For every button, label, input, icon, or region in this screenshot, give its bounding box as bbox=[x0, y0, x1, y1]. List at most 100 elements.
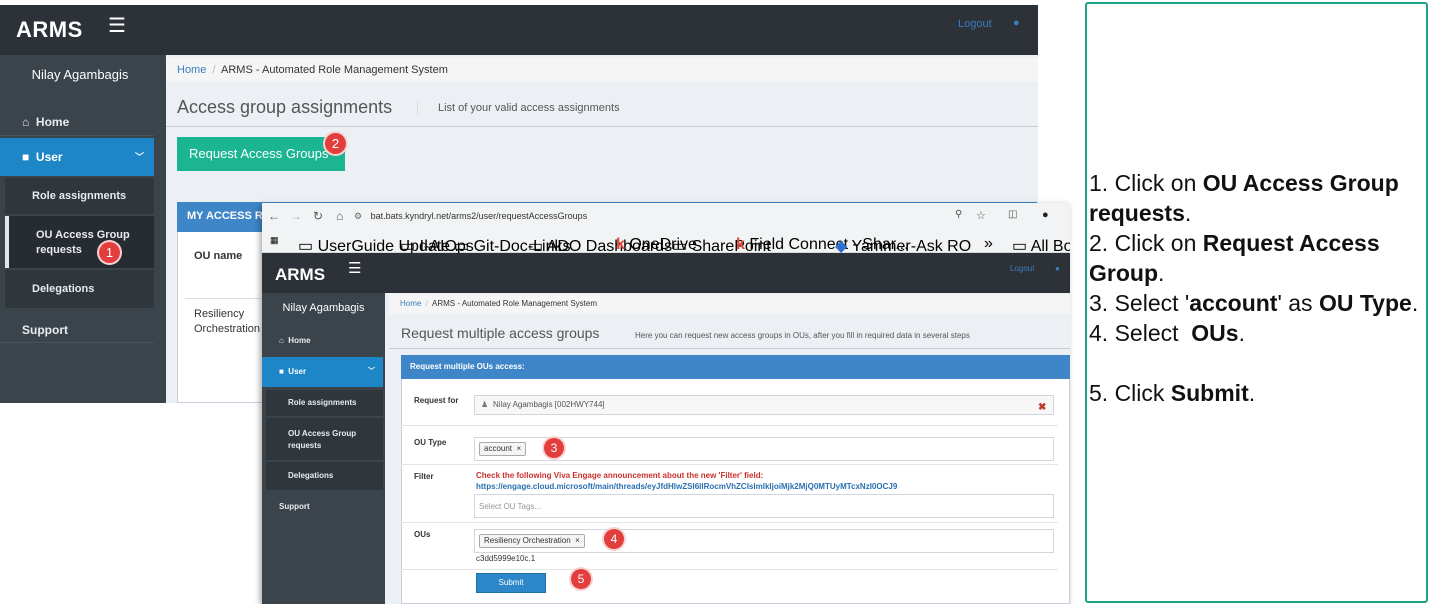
ou-tag-label: Resiliency Orchestration bbox=[484, 536, 571, 545]
zoom-icon[interactable]: ⚲ bbox=[955, 209, 962, 220]
profile-icon[interactable]: ● bbox=[1042, 209, 1049, 221]
page-title: Access group assignments bbox=[177, 97, 393, 117]
site-info-icon: ⚙ bbox=[354, 211, 363, 221]
step-badge-2: 2 bbox=[325, 133, 346, 154]
instruction-spacer bbox=[1089, 348, 1425, 378]
instruction-step-5: 5. Click Submit. bbox=[1089, 380, 1256, 406]
submit-button[interactable]: Submit bbox=[476, 573, 546, 593]
instructions-list: 1. Click on OU Access Group requests. 2.… bbox=[1089, 168, 1425, 408]
home-icon[interactable]: ⌂ bbox=[336, 209, 343, 223]
instruction-step-4: 4. Select OUs. bbox=[1089, 320, 1245, 346]
breadcrumb-current: ARMS - Automated Role Management System bbox=[432, 299, 597, 308]
remove-tag-icon[interactable]: × bbox=[573, 536, 580, 545]
instruction-step-3: 3. Select 'account' as OU Type. bbox=[1089, 290, 1419, 316]
sidebar-item-user[interactable]: ■ User ﹀ bbox=[262, 357, 383, 387]
sidebar-item-role-assignments[interactable]: Role assignments bbox=[5, 178, 154, 214]
filter-tags-input[interactable]: Select OU Tags... bbox=[474, 494, 1054, 518]
step-badge-1: 1 bbox=[99, 242, 120, 263]
user-plus-icon: ♟ bbox=[481, 400, 489, 409]
apps-grid-icon[interactable]: ▦ bbox=[270, 235, 279, 246]
top-navbar bbox=[0, 5, 1038, 55]
page-subtitle: List of your valid access assignments bbox=[417, 102, 620, 114]
logout-link[interactable]: Logout bbox=[958, 18, 992, 30]
step-badge-4: 4 bbox=[604, 529, 624, 549]
sidebar-item-label: Home bbox=[35, 115, 70, 129]
form-separator bbox=[401, 569, 1058, 570]
forward-arrow-icon[interactable]: → bbox=[290, 209, 302, 223]
bookmark-star-icon[interactable]: ☆ bbox=[976, 209, 986, 222]
chevron-down-icon: ﹀ bbox=[368, 368, 375, 375]
top-navbar bbox=[262, 253, 1070, 293]
sidebar-item-label: User bbox=[35, 150, 63, 164]
request-access-groups-button[interactable]: Request Access Groups bbox=[177, 137, 345, 171]
instruction-step-2: 2. Click on Request Access Group. bbox=[1089, 230, 1380, 286]
sidebar-item-label: OU Access Group requests bbox=[288, 429, 357, 450]
sidebar-item-role-assignments[interactable]: Role assignments bbox=[266, 390, 383, 416]
breadcrumb-home-link[interactable]: Home bbox=[400, 299, 421, 308]
sidebar-item-delegations[interactable]: Delegations bbox=[266, 462, 383, 490]
sidebar-item-support[interactable]: Support bbox=[0, 317, 154, 343]
extensions-icon[interactable]: ◫ bbox=[1008, 209, 1017, 220]
reload-icon[interactable]: ↻ bbox=[313, 209, 323, 223]
sidebar-item-user[interactable]: ■ User ﹀ bbox=[0, 138, 154, 176]
ou-tag[interactable]: Resiliency Orchestration × bbox=[479, 534, 585, 548]
ou-type-tag-label: account bbox=[484, 444, 513, 453]
remove-tag-icon[interactable]: × bbox=[514, 444, 521, 453]
sidebar-item-label: OU Access Group requests bbox=[36, 229, 130, 256]
form-separator bbox=[401, 522, 1058, 523]
sidebar-item-ou-access-group-requests[interactable]: OU Access Group requests bbox=[5, 216, 154, 268]
user-icon[interactable]: ● bbox=[1055, 264, 1060, 273]
divider bbox=[166, 126, 1038, 127]
ous-select[interactable]: Resiliency Orchestration × bbox=[474, 529, 1054, 553]
request-for-label: Request for bbox=[414, 396, 459, 405]
sidebar-item-support[interactable]: Support bbox=[262, 497, 383, 517]
sidebar-item-delegations[interactable]: Delegations bbox=[5, 270, 154, 308]
panel-title: Request multiple OUs access: bbox=[401, 355, 1070, 379]
bookmarks-overflow-icon[interactable]: » bbox=[984, 235, 993, 253]
sidebar-user-name: Nilay Agambagis bbox=[31, 67, 129, 82]
page-title: Request multiple access groups bbox=[401, 325, 600, 341]
divider bbox=[389, 348, 1070, 349]
sidebar-item-home[interactable]: ⌂ Home bbox=[262, 330, 383, 352]
hamburger-menu-icon[interactable]: ☰ bbox=[348, 259, 361, 277]
form-separator bbox=[401, 425, 1058, 426]
table-divider bbox=[185, 298, 265, 299]
chevron-down-icon: ﹀ bbox=[134, 152, 144, 162]
user-icon[interactable]: ● bbox=[1013, 17, 1020, 29]
logout-link[interactable]: Logout bbox=[1010, 264, 1034, 273]
filter-label: Filter bbox=[414, 472, 434, 481]
home-icon: ⌂ bbox=[22, 115, 30, 129]
step-badge-3: 3 bbox=[544, 438, 564, 458]
hamburger-menu-icon[interactable]: ☰ bbox=[108, 13, 126, 38]
page-subtitle: Here you can request new access groups i… bbox=[635, 331, 970, 340]
breadcrumb-home-link[interactable]: Home bbox=[177, 64, 206, 76]
request-for-value: Nilay Agambagis [002HWY744] bbox=[493, 400, 605, 409]
instruction-step-1: 1. Click on OU Access Group requests. bbox=[1089, 170, 1399, 226]
sidebar-item-home[interactable]: ⌂ Home bbox=[0, 108, 154, 136]
back-arrow-icon[interactable]: ← bbox=[268, 209, 280, 223]
breadcrumb: Home / ARMS - Automated Role Management … bbox=[166, 58, 1038, 82]
sidebar-item-label: Home bbox=[288, 336, 311, 345]
filter-placeholder: Select OU Tags... bbox=[479, 502, 542, 511]
front-screenshot: ← → ↻ ⌂ ⚙ bat.bats.kyndryl.net/arms2/use… bbox=[262, 203, 1070, 604]
clear-request-for-icon[interactable]: ✖ bbox=[1038, 402, 1046, 413]
app-logo: ARMS bbox=[275, 265, 326, 284]
breadcrumb: Home / ARMS - Automated Role Management … bbox=[389, 294, 1070, 314]
request-for-field[interactable]: ♟ Nilay Agambagis [002HWY744] bbox=[474, 395, 1054, 415]
table-cell-ou-name: Resiliency Orchestration bbox=[194, 308, 261, 335]
ous-label: OUs bbox=[414, 530, 431, 539]
home-icon: ⌂ bbox=[279, 336, 284, 345]
table-header-ou-name: OU name bbox=[194, 250, 243, 262]
app-logo: ARMS bbox=[16, 17, 83, 42]
ou-type-label: OU Type bbox=[414, 438, 447, 447]
ou-type-tag[interactable]: account × bbox=[479, 442, 527, 456]
user-square-icon: ■ bbox=[22, 150, 30, 164]
breadcrumb-current: ARMS - Automated Role Management System bbox=[221, 64, 448, 76]
ous-subtext: c3dd5999e10c.1 bbox=[476, 554, 536, 563]
form-separator bbox=[401, 464, 1058, 465]
sidebar-item-ou-access-group-requests[interactable]: OU Access Group requests bbox=[266, 418, 383, 460]
user-square-icon: ■ bbox=[279, 367, 284, 376]
url-bar[interactable]: ⚙ bat.bats.kyndryl.net/arms2/user/reques… bbox=[354, 207, 994, 225]
sidebar-item-label: User bbox=[288, 367, 307, 376]
filter-announcement-link[interactable]: https://engage.cloud.microsoft/main/thre… bbox=[476, 482, 897, 491]
